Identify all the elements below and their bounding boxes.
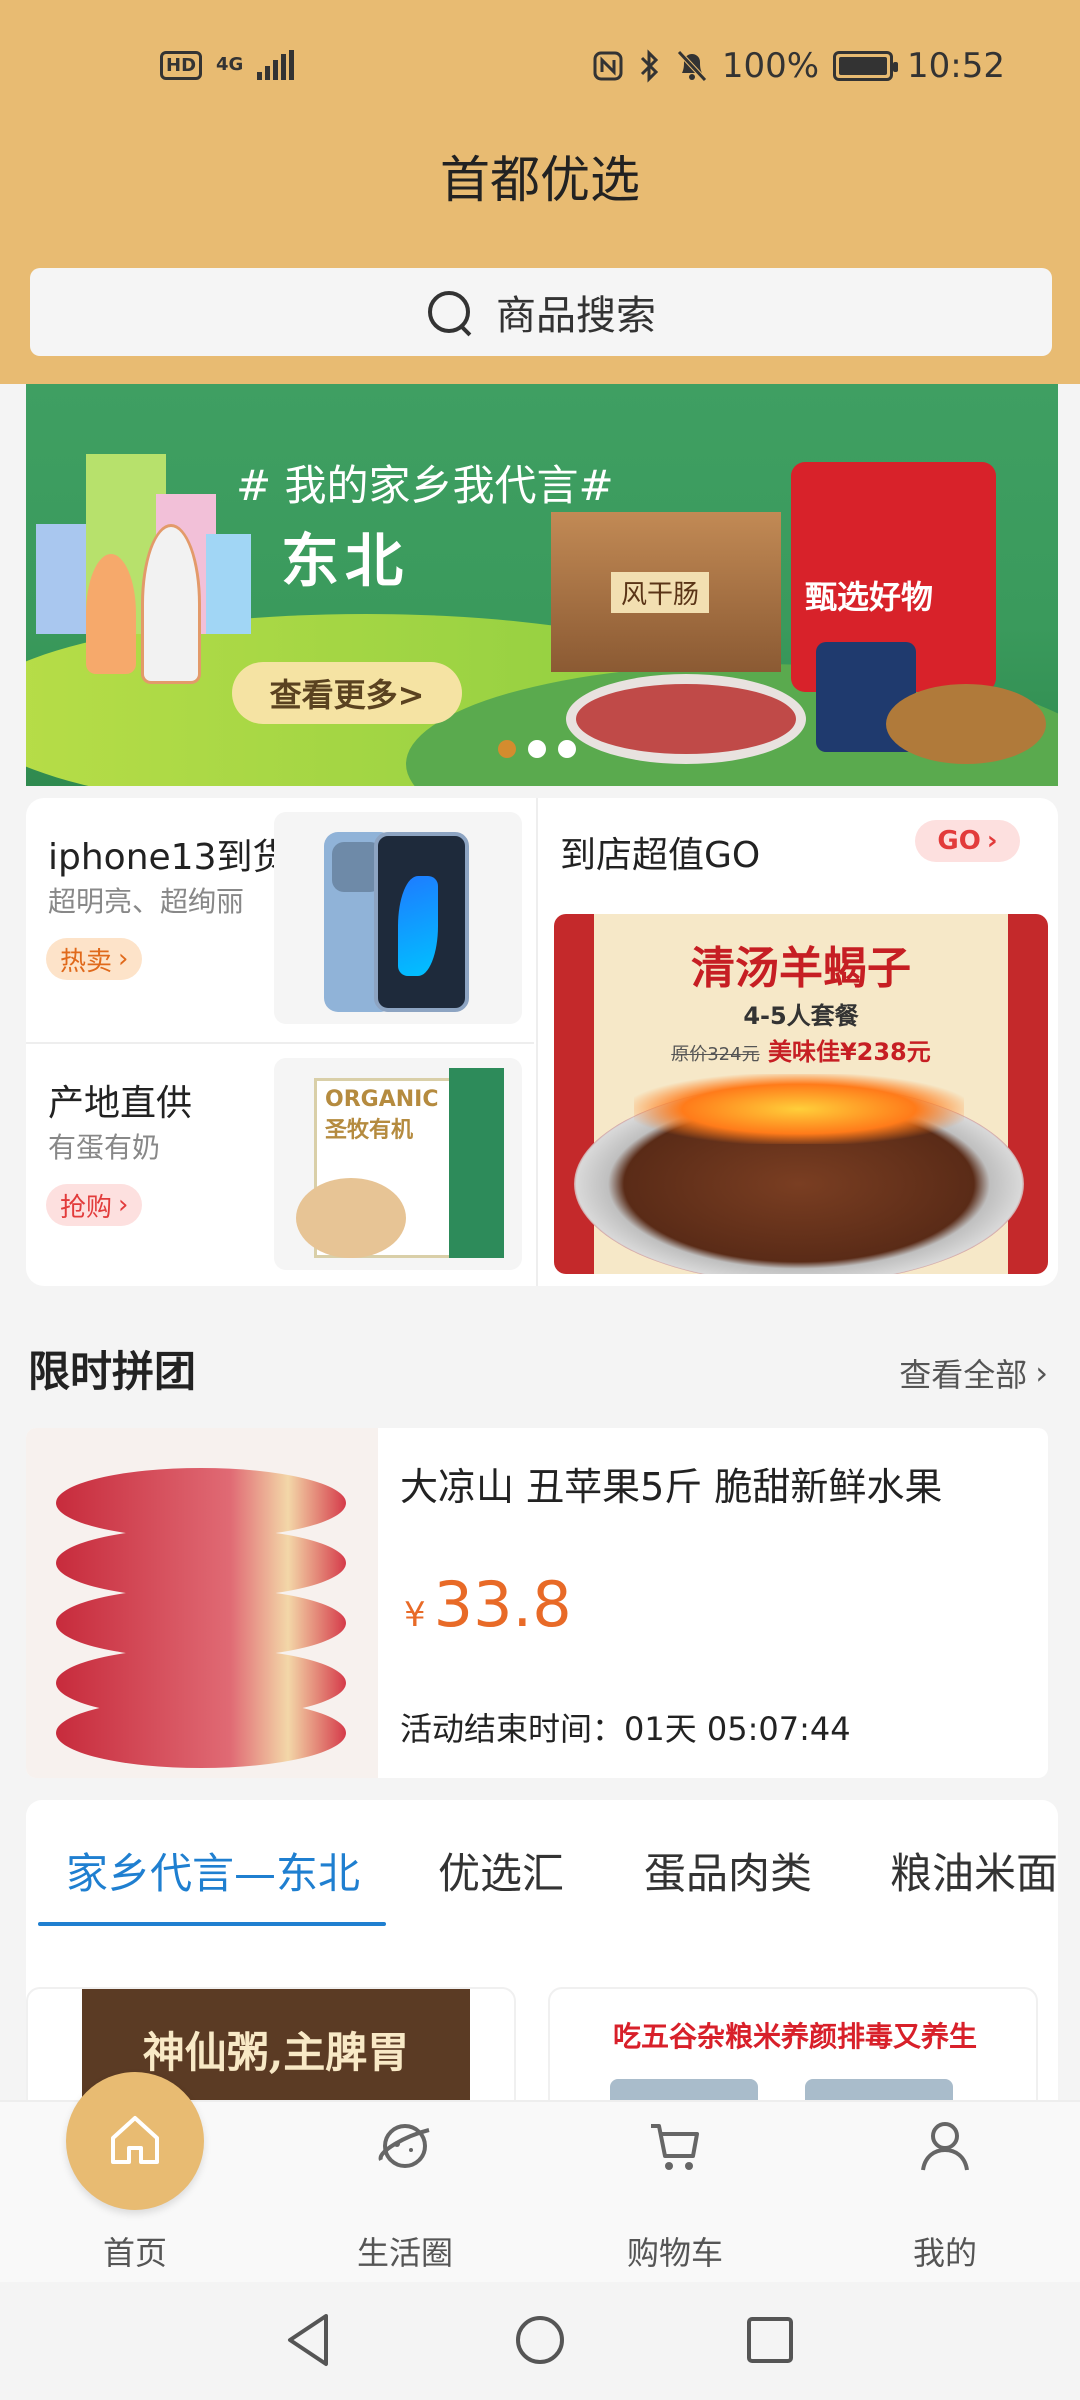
poster-price: 原价324元 美味佳¥238元 [671, 1038, 931, 1066]
mushroom-image [886, 684, 1046, 764]
promo-iphone[interactable]: iphone13到货 超明亮、超绚丽 热卖 › [26, 798, 534, 1042]
signal-icon [257, 50, 295, 80]
user-icon [921, 2122, 969, 2171]
carousel-dot[interactable] [528, 740, 546, 758]
active-tab-indicator [38, 1922, 386, 1926]
tab-eggs-meat[interactable]: 蛋品肉类 [644, 1840, 812, 1901]
mute-icon [676, 50, 707, 82]
carousel-dot[interactable] [498, 740, 516, 758]
recents-icon[interactable] [744, 2312, 796, 2368]
cart-icon [651, 2124, 699, 2170]
header: HD 4G 100% 10:52 首都优选 商品搜索 [0, 0, 1080, 384]
banner-title: 东北 [281, 527, 410, 595]
planet-icon [378, 2124, 430, 2168]
home-button[interactable] [66, 2072, 204, 2210]
group-buy-item[interactable]: 大凉山 丑苹果5斤 脆甜新鲜水果 ¥ 33.8 活动结束时间：01天 05:07… [26, 1428, 1048, 1778]
iphone-image [274, 812, 522, 1024]
hotpot-poster[interactable]: 清汤羊蝎子 4-5人套餐 原价324元 美味佳¥238元 [554, 914, 1048, 1274]
chevron-right-icon: › [118, 944, 129, 974]
battery-icon [833, 51, 899, 81]
network-type: 4G [216, 54, 244, 75]
sausage-plate-image [566, 674, 806, 764]
banner-tag: # 我的家乡我代言# [236, 461, 614, 510]
go-tag[interactable]: GO › [915, 820, 1020, 862]
carousel-dot[interactable] [558, 740, 576, 758]
home-icon [111, 2116, 159, 2164]
see-more-button[interactable]: 查看更多> [232, 662, 462, 724]
flame-image [634, 1074, 964, 1144]
nav-cart[interactable]: 购物车 [540, 2102, 810, 2284]
promo-subtitle: 超明亮、超绚丽 [48, 885, 245, 918]
carousel-dots[interactable] [498, 740, 576, 758]
product-price: ¥ 33.8 [404, 1568, 572, 1641]
product-card-title: 神仙粥,主脾胃 [142, 2028, 410, 2077]
tab-selection[interactable]: 优选汇 [438, 1840, 564, 1901]
promo-grid: iphone13到货 超明亮、超绚丽 热卖 › 产地直供 有蛋有奶 抢购 › ORG… [26, 798, 1058, 1286]
battery-percent: 100% [721, 46, 820, 86]
poster-subtitle: 4-5人套餐 [743, 1002, 859, 1030]
search-icon [426, 289, 472, 335]
category-tabs: 家乡代言—东北 优选汇 蛋品肉类 粮油米面 [26, 1800, 1058, 1932]
tab-grain-oil[interactable]: 粮油米面 [890, 1840, 1058, 1901]
view-all-link[interactable]: 查看全部 › [899, 1350, 1048, 1396]
child-illustration [141, 524, 201, 684]
child-illustration [86, 554, 136, 674]
promo-banner[interactable]: # 我的家乡我代言# 东北 查看更多> 风干肠 甄选好物 [26, 384, 1058, 786]
milk-eggs-image: ORGANIC 圣牧有机 [274, 1058, 522, 1270]
product-name: 大凉山 丑苹果5斤 脆甜新鲜水果 [400, 1465, 943, 1509]
promo-title: 产地直供 [48, 1083, 193, 1124]
hd-icon: HD [160, 50, 203, 80]
apple-image [26, 1428, 378, 1778]
back-icon[interactable] [284, 2312, 334, 2368]
system-nav [0, 2282, 1080, 2400]
nav-mine[interactable]: 我的 [810, 2102, 1080, 2284]
buy-now-tag[interactable]: 抢购 › [46, 1184, 143, 1226]
nfc-icon [593, 51, 623, 81]
product-card-title: 吃五谷杂粮米养颜排毒又养生 [612, 2020, 977, 2053]
promo-title: iphone13到货 [48, 837, 289, 878]
home-circle-icon[interactable] [514, 2312, 566, 2368]
search-placeholder: 商品搜索 [496, 293, 656, 339]
page-title: 首都优选 [440, 151, 640, 209]
promo-title: 到店超值GO [560, 835, 761, 876]
section-title: 限时拼团 [28, 1347, 197, 1396]
clock: 10:52 [907, 46, 1005, 86]
nav-life-circle[interactable]: 生活圈 [270, 2102, 540, 2284]
status-bar: HD 4G 100% 10:52 [0, 40, 1080, 100]
poster-title: 清汤羊蝎子 [691, 943, 911, 994]
chevron-right-icon: › [118, 1190, 129, 1220]
chevron-right-icon: › [1035, 1354, 1048, 1392]
sausage-box-image: 风干肠 [551, 512, 781, 672]
tab-hometown[interactable]: 家乡代言—东北 [66, 1840, 360, 1901]
search-input[interactable]: 商品搜索 [30, 268, 1052, 356]
promo-store-go[interactable]: 到店超值GO GO › 清汤羊蝎子 4-5人套餐 原价324元 美味佳¥238元 [536, 798, 1058, 1286]
hot-sale-tag[interactable]: 热卖 › [46, 938, 143, 980]
bluetooth-icon [640, 49, 658, 83]
promo-subtitle: 有蛋有奶 [48, 1131, 161, 1164]
chevron-right-icon: › [986, 826, 998, 856]
countdown: 活动结束时间：01天 05:07:44 [400, 1710, 851, 1748]
product-feed: 神仙粥,主脾胃 吃五谷杂粮米养颜排毒又养生 [26, 1932, 1058, 2127]
promo-origin-direct[interactable]: 产地直供 有蛋有奶 抢购 › ORGANIC 圣牧有机 [26, 1042, 534, 1286]
